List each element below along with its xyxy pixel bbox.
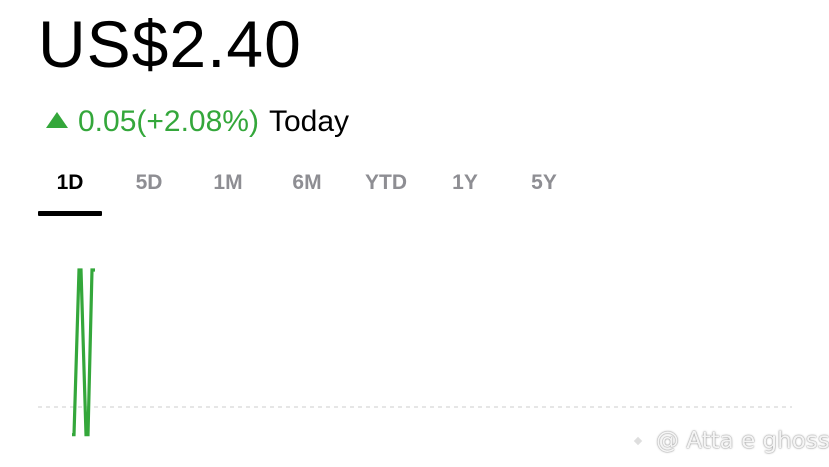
tab-1m[interactable]: 1M	[213, 166, 242, 200]
stock-quote-screen: US$2.40 0.05(+2.08%) Today 1D 5D 1M 6M Y…	[0, 0, 829, 467]
current-price: US$2.40	[38, 7, 302, 81]
price-change-row: 0.05(+2.08%) Today	[46, 102, 349, 142]
tab-5y[interactable]: 5Y	[531, 166, 557, 200]
price-change-period: Today	[268, 105, 350, 138]
price-change-value: 0.05(+2.08%)	[78, 105, 259, 138]
watermark-text: @ Atta e ghoss	[656, 428, 829, 454]
tab-1y[interactable]: 1Y	[452, 166, 478, 200]
selected-tab-indicator	[38, 211, 102, 216]
price-series-line	[72, 268, 95, 437]
triangle-up-icon	[46, 112, 68, 128]
tab-ytd[interactable]: YTD	[365, 166, 407, 200]
diamond-logo-icon	[626, 429, 650, 453]
tab-1d[interactable]: 1D	[57, 166, 84, 200]
tab-6m[interactable]: 6M	[292, 166, 321, 200]
tab-5d[interactable]: 5D	[136, 166, 163, 200]
watermark: @ Atta e ghoss	[626, 428, 829, 454]
